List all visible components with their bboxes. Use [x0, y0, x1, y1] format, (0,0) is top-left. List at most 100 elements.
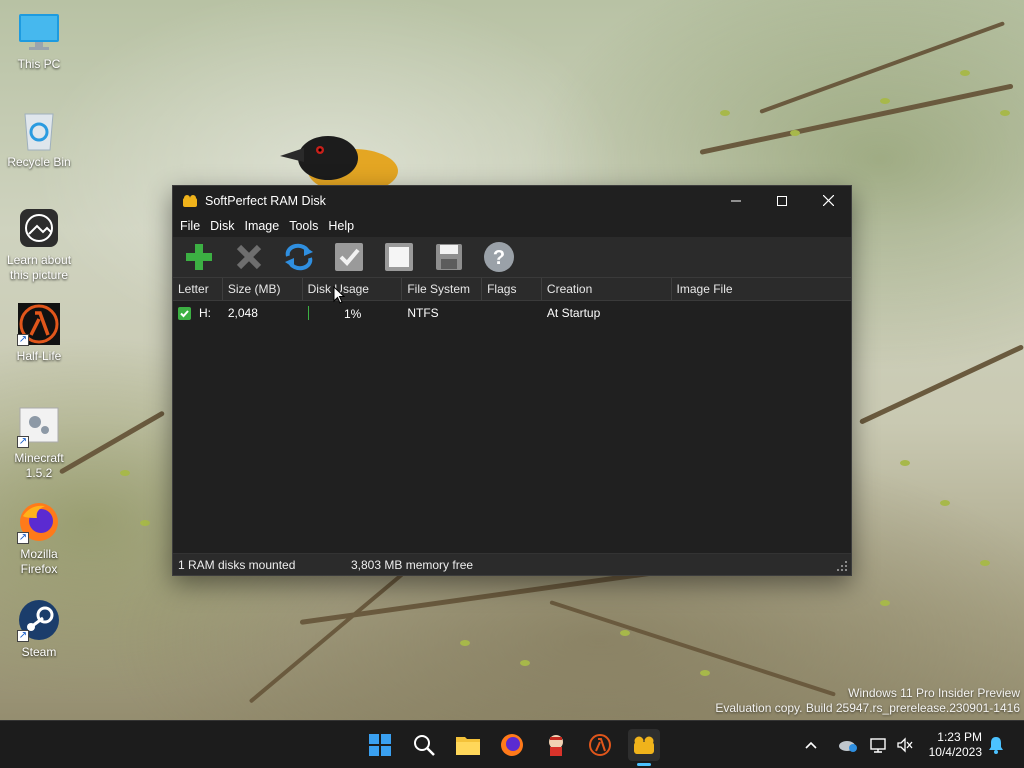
menu-image[interactable]: Image	[239, 219, 284, 233]
taskbar-game-app[interactable]	[540, 729, 572, 761]
column-header-creation[interactable]: Creation	[542, 278, 672, 300]
title-bar[interactable]: SoftPerfect RAM Disk	[173, 186, 851, 215]
desktop-icon-this-pc[interactable]: This PC	[4, 10, 74, 72]
windows-watermark: Windows 11 Pro Insider Preview Evaluatio…	[715, 686, 1020, 716]
desktop-icon-label: Minecraft 1.5.2	[14, 451, 64, 480]
square-icon	[385, 243, 413, 271]
desktop-icon-label: Steam	[21, 645, 57, 659]
disk-creation: At Startup	[546, 306, 601, 320]
floppy-disk-icon	[436, 244, 462, 270]
status-bar: 1 RAM disks mounted 3,803 MB memory free	[173, 553, 851, 575]
watermark-line-2: Evaluation copy. Build 25947.rs_prerelea…	[715, 701, 1020, 715]
close-button[interactable]	[805, 186, 851, 215]
chevron-up-icon[interactable]	[804, 740, 818, 750]
status-memory-free: 3,803 MB memory free	[351, 557, 474, 572]
window-title: SoftPerfect RAM Disk	[205, 193, 326, 208]
menu-file[interactable]: File	[175, 219, 205, 233]
desktop-icon-label: Mozilla Firefox	[20, 547, 58, 576]
shortcut-arrow-icon: ↗	[17, 532, 29, 544]
clock-time: 1:23 PM	[937, 730, 982, 744]
menu-bar: File Disk Image Tools Help	[173, 215, 851, 237]
resize-grip-icon[interactable]	[835, 559, 849, 573]
apply-button[interactable]	[331, 239, 367, 275]
volume-muted-icon[interactable]	[896, 737, 914, 753]
camera-icon	[20, 209, 58, 247]
shortcut-arrow-icon: ↗	[17, 630, 29, 642]
monitor-icon	[19, 14, 59, 50]
x-icon	[236, 244, 262, 270]
disk-letter: H:	[199, 306, 211, 320]
desktop-icon-learn-about-picture[interactable]: Learn about this picture	[4, 206, 74, 283]
shortcut-arrow-icon: ↗	[17, 436, 29, 448]
taskbar-ram-disk[interactable]	[628, 729, 660, 766]
column-headers: Letter Size (MB) Disk Usage File System …	[173, 277, 851, 301]
desktop-icon-label: This PC	[17, 57, 61, 71]
taskbar: 1:23 PM 10/4/2023	[0, 720, 1024, 768]
search-icon	[414, 735, 435, 756]
column-header-size[interactable]: Size (MB)	[223, 278, 303, 300]
status-mounted: 1 RAM disks mounted	[178, 557, 296, 572]
minimize-icon	[731, 200, 741, 201]
menu-tools[interactable]: Tools	[284, 219, 323, 233]
maximize-button[interactable]	[759, 186, 805, 215]
firefox-icon	[501, 734, 523, 756]
ram-disk-window: SoftPerfect RAM Disk File Disk Image Too…	[172, 185, 852, 576]
column-header-flags[interactable]: Flags	[482, 278, 542, 300]
disk-file-system: NTFS	[407, 306, 439, 320]
bird-image	[280, 136, 398, 188]
watermark-line-1: Windows 11 Pro Insider Preview	[848, 686, 1020, 700]
plus-icon	[186, 244, 212, 270]
column-header-letter[interactable]: Letter	[173, 278, 223, 300]
disk-usage-text: 1%	[343, 307, 362, 321]
menu-help[interactable]: Help	[323, 219, 359, 233]
game-icon	[549, 735, 563, 756]
mouse-cursor-icon	[333, 286, 345, 304]
desktop-icon-recycle-bin[interactable]: Recycle Bin	[4, 108, 74, 170]
taskbar-search-button[interactable]	[408, 729, 440, 761]
minimize-button[interactable]	[713, 186, 759, 215]
maximize-icon	[777, 195, 787, 206]
onedrive-icon[interactable]	[838, 737, 858, 753]
desktop-icon-label: Learn about this picture	[6, 253, 72, 282]
taskbar-firefox[interactable]	[496, 729, 528, 761]
disk-list: H: 2,048 1% NTFS At Startup	[173, 302, 851, 553]
desktop-icon-half-life[interactable]: ↗ Half-Life	[4, 302, 74, 364]
check-box-icon	[335, 243, 363, 271]
shortcut-arrow-icon: ↗	[17, 334, 29, 346]
start-icon	[369, 734, 391, 756]
remove-disk-button[interactable]	[231, 239, 267, 275]
taskbar-file-explorer[interactable]	[452, 729, 484, 761]
add-disk-button[interactable]	[181, 239, 217, 275]
save-image-button[interactable]	[431, 239, 467, 275]
column-header-file-system[interactable]: File System	[402, 278, 483, 300]
menu-disk[interactable]: Disk	[205, 219, 239, 233]
notification-bell-icon[interactable]	[988, 736, 1004, 754]
disk-usage-bar: 1%	[307, 306, 398, 321]
svg-text:?: ?	[493, 247, 505, 269]
desktop-icon-label: Half-Life	[16, 349, 62, 363]
desktop-icon-label: Recycle Bin	[7, 155, 71, 169]
disk-size: 2,048	[227, 306, 258, 320]
desktop-icon-steam[interactable]: ↗ Steam	[4, 598, 74, 660]
system-tray	[804, 721, 914, 768]
reload-button[interactable]	[281, 239, 317, 275]
stop-button[interactable]	[381, 239, 417, 275]
table-row[interactable]: H: 2,048 1% NTFS At Startup	[173, 303, 851, 323]
desktop-icon-minecraft[interactable]: ↗ Minecraft 1.5.2	[4, 404, 74, 481]
active-app-indicator	[637, 763, 651, 766]
checked-checkbox-icon[interactable]	[178, 306, 191, 320]
taskbar-start-button[interactable]	[364, 729, 396, 761]
close-icon	[822, 195, 834, 206]
recycle-bin-icon	[24, 113, 54, 151]
taskbar-half-life[interactable]	[584, 729, 616, 761]
taskbar-clock[interactable]: 1:23 PM 10/4/2023	[929, 730, 982, 760]
help-button[interactable]: ?	[481, 239, 517, 275]
column-header-disk-usage[interactable]: Disk Usage	[303, 278, 403, 300]
column-header-image-file[interactable]: Image File	[672, 278, 851, 300]
file-explorer-icon	[456, 737, 480, 755]
refresh-icon	[285, 243, 313, 271]
desktop-icon-firefox[interactable]: ↗ Mozilla Firefox	[4, 500, 74, 577]
half-life-icon	[589, 734, 611, 756]
network-icon[interactable]	[870, 737, 888, 753]
ram-disk-icon	[634, 736, 654, 754]
